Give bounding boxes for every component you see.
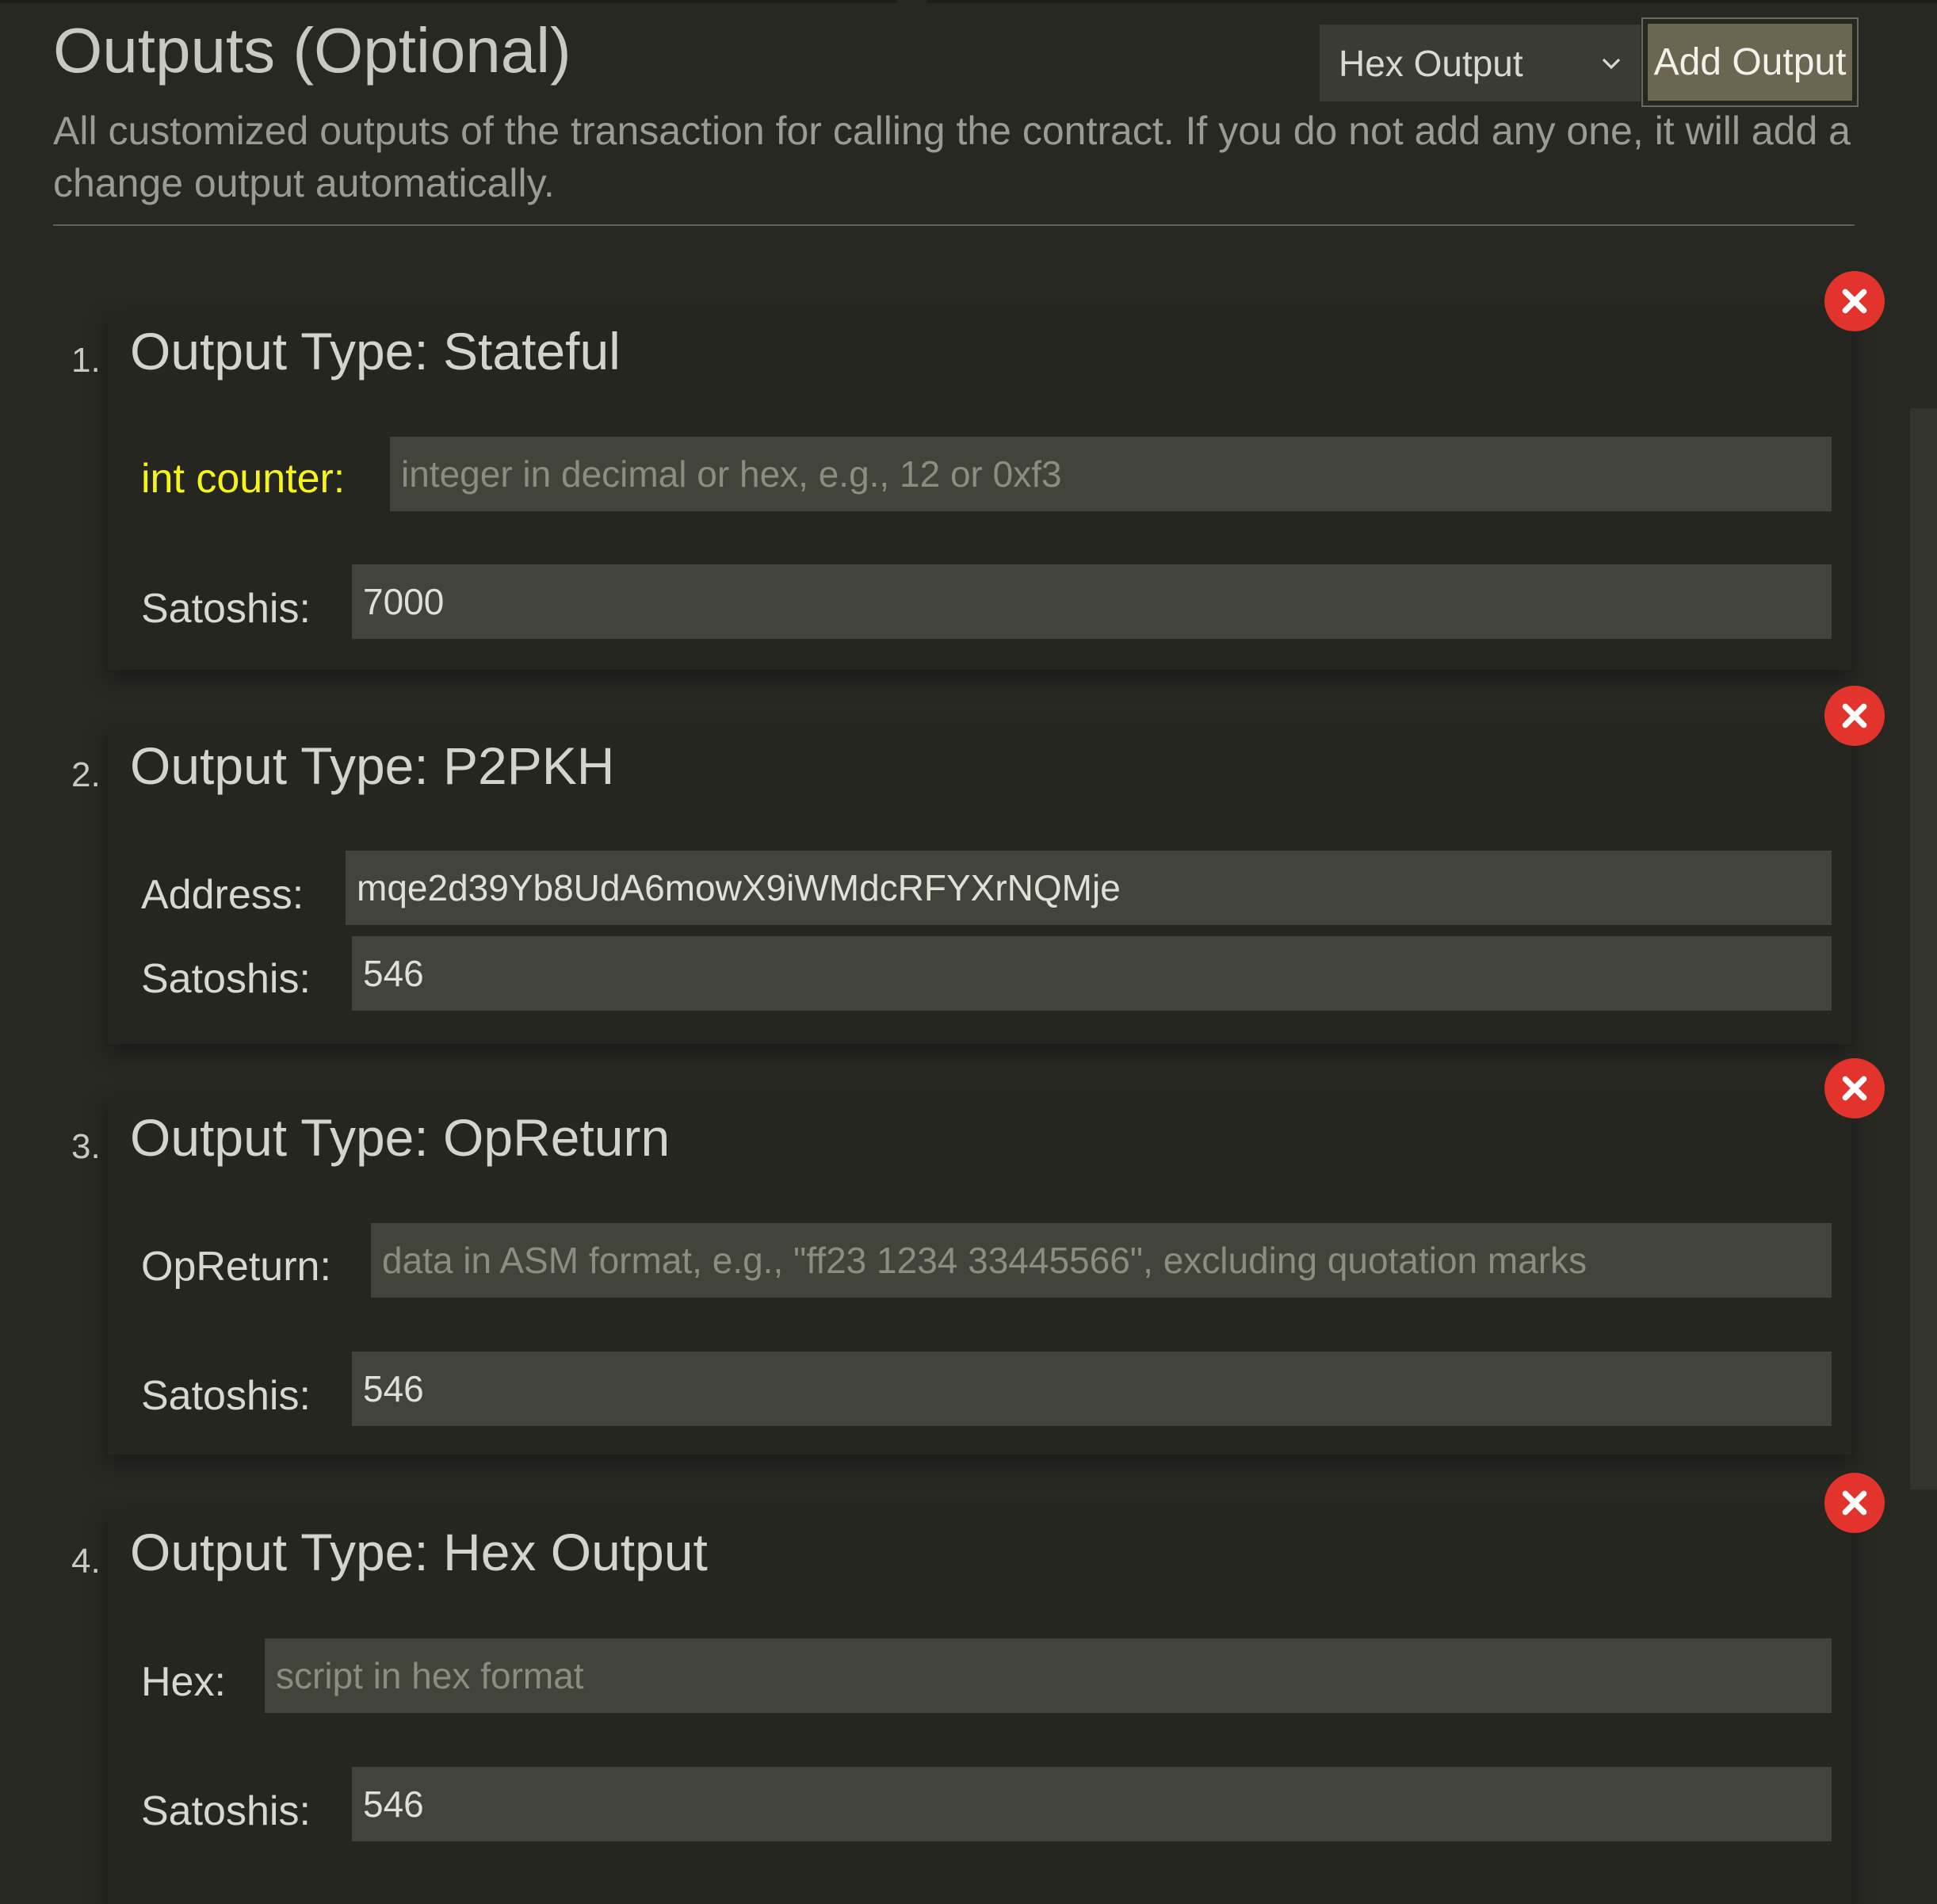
field-label-satoshis: Satoshis: xyxy=(141,1788,311,1834)
field-label-opreturn: OpReturn: xyxy=(141,1244,331,1290)
int-counter-input[interactable]: integer in decimal or hex, e.g., 12 or 0… xyxy=(390,437,1832,511)
output-number: 3. xyxy=(71,1127,101,1166)
output-number: 1. xyxy=(71,341,101,380)
close-circle-icon xyxy=(1842,289,1867,314)
remove-output-button-1[interactable] xyxy=(1824,271,1885,331)
satoshis-input[interactable]: 7000 xyxy=(352,564,1832,639)
field-label-address: Address: xyxy=(141,872,304,918)
scrollbar[interactable] xyxy=(1910,408,1937,1489)
remove-output-button-3[interactable] xyxy=(1824,1058,1885,1118)
field-label-satoshis: Satoshis: xyxy=(141,586,311,632)
output-title: Output Type: Stateful xyxy=(130,322,621,380)
output-number: 2. xyxy=(71,755,101,794)
remove-output-button-2[interactable] xyxy=(1824,686,1885,746)
opreturn-input[interactable]: data in ASM format, e.g., "ff23 1234 334… xyxy=(371,1223,1832,1298)
address-input[interactable]: mqe2d39Yb8UdA6mowX9iWMdcRFYXrNQMje xyxy=(346,851,1832,925)
section-title: Outputs (Optional) xyxy=(53,15,571,86)
close-circle-icon xyxy=(1842,1490,1867,1516)
field-label-hex: Hex: xyxy=(141,1659,226,1705)
satoshis-input[interactable]: 546 xyxy=(352,936,1832,1011)
remove-output-button-4[interactable] xyxy=(1824,1473,1885,1533)
output-type-select-value: Hex Output xyxy=(1339,42,1523,84)
field-label-int-counter: int counter: xyxy=(141,456,346,502)
output-type-select[interactable]: Hex Output xyxy=(1320,25,1641,101)
output-number: 4. xyxy=(71,1542,101,1581)
top-border xyxy=(927,0,1937,3)
satoshis-input[interactable]: 546 xyxy=(352,1352,1832,1426)
hex-input[interactable]: script in hex format xyxy=(265,1638,1832,1713)
add-output-button[interactable]: Add Output xyxy=(1641,17,1859,107)
output-title: Output Type: OpReturn xyxy=(130,1108,670,1167)
divider xyxy=(53,224,1855,226)
top-border xyxy=(0,0,897,3)
field-label-satoshis: Satoshis: xyxy=(141,1373,311,1419)
outputs-panel: Outputs (Optional) Hex Output Add Output… xyxy=(0,0,1937,1904)
close-circle-icon xyxy=(1842,703,1867,728)
add-output-button-label: Add Output xyxy=(1648,24,1852,101)
close-circle-icon xyxy=(1842,1076,1867,1101)
output-title: Output Type: Hex Output xyxy=(130,1523,708,1581)
chevron-down-icon xyxy=(1602,58,1621,69)
output-title: Output Type: P2PKH xyxy=(130,736,615,795)
section-description: All customized outputs of the transactio… xyxy=(53,109,1851,205)
field-label-satoshis: Satoshis: xyxy=(141,956,311,1002)
satoshis-input[interactable]: 546 xyxy=(352,1767,1832,1841)
